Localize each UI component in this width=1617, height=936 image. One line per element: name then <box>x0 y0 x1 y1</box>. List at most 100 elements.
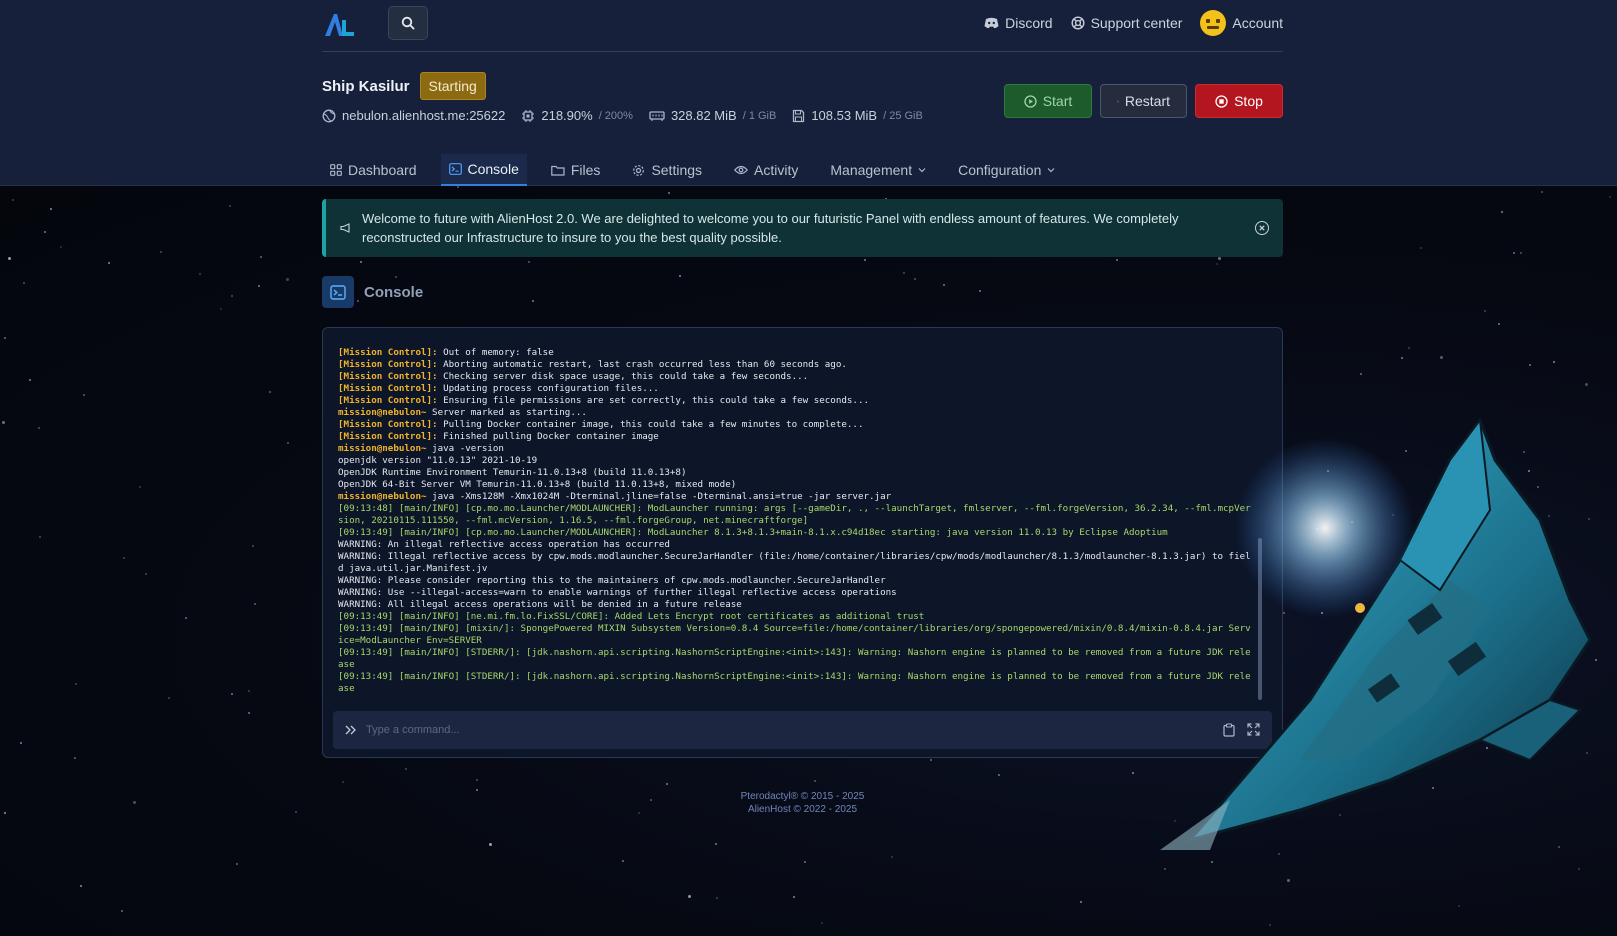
star <box>679 275 681 277</box>
footer-alienhost[interactable]: AlienHost © 2022 - 2025 <box>322 803 1283 816</box>
console-line: mission@nebulon~ java -version <box>338 443 1253 455</box>
star <box>269 391 271 393</box>
star <box>1578 868 1580 870</box>
star <box>342 781 344 783</box>
tab-console[interactable]: Console <box>440 154 527 186</box>
start-label: Start <box>1042 93 1073 109</box>
tab-activity-label: Activity <box>754 162 799 178</box>
star <box>716 897 718 899</box>
discord-link[interactable]: Discord <box>984 15 1053 31</box>
star <box>528 261 530 263</box>
server-address: nebulon.alienhost.me:25622 <box>342 108 506 123</box>
star <box>139 486 141 488</box>
star <box>1513 252 1515 254</box>
console-line-prefix: mission@nebulon~ <box>338 491 427 502</box>
star <box>1553 361 1555 363</box>
star <box>979 290 981 292</box>
console-line-text: Server marked as starting... <box>426 407 587 418</box>
tab-activity[interactable]: Activity <box>726 154 806 186</box>
console-line-text: [09:13:49] [main/INFO] [ne.mi.fm.lo.FixS… <box>338 611 925 622</box>
globe-icon <box>322 109 336 122</box>
console-line-text: WARNING: Please consider reporting this … <box>338 575 886 586</box>
megaphone-icon <box>340 223 350 233</box>
lifebuoy-icon <box>1071 16 1085 30</box>
command-input[interactable] <box>366 724 1223 736</box>
spaceship-illustration <box>1160 416 1592 850</box>
console-line: [09:13:49] [main/INFO] [cp.mo.mo.Launche… <box>338 527 1253 539</box>
folder-icon <box>551 165 565 176</box>
console-line-prefix: mission@nebulon~ <box>338 443 427 454</box>
console-line: mission@nebulon~ Server marked as starti… <box>338 407 1253 419</box>
console-line-text: [09:13:49] [main/INFO] [STDERR/]: [jdk.n… <box>338 647 1251 670</box>
tab-dashboard[interactable]: Dashboard <box>322 154 425 186</box>
console-line: [Mission Control]: Updating process conf… <box>338 383 1253 395</box>
tab-management[interactable]: Management <box>822 154 934 186</box>
cpu-value: 218.90% <box>541 108 593 123</box>
star <box>185 617 187 619</box>
refresh-icon <box>1117 100 1119 102</box>
star <box>1401 357 1403 359</box>
star <box>121 910 123 912</box>
stat-address[interactable]: nebulon.alienhost.me:25622 <box>322 108 505 123</box>
support-center-label: Support center <box>1090 15 1183 31</box>
star <box>405 768 407 770</box>
console-line: WARNING: An illegal reflective access op… <box>338 539 1253 551</box>
search-button[interactable] <box>388 6 428 40</box>
star <box>258 285 260 287</box>
console-line-prefix: mission@nebulon~ <box>338 407 427 418</box>
footer: Pterodactyl® © 2015 - 2025 AlienHost © 2… <box>322 790 1283 816</box>
console-line: OpenJDK 64-Bit Server VM Temurin-11.0.13… <box>338 479 1253 491</box>
console-line-text: Ensuring file permissions are set correc… <box>437 395 870 406</box>
discord-icon <box>984 17 999 29</box>
top-bar: Discord Support center Account <box>322 6 1283 46</box>
star <box>1278 853 1280 855</box>
console-line: [Mission Control]: Finished pulling Dock… <box>338 431 1253 443</box>
close-icon[interactable] <box>1255 221 1269 235</box>
star <box>1164 868 1166 870</box>
restart-button[interactable]: Restart <box>1100 84 1187 118</box>
tab-files[interactable]: Files <box>543 154 609 186</box>
console-line: [09:13:49] [main/INFO] [mixin/]: SpongeP… <box>338 623 1253 647</box>
star <box>998 774 1000 776</box>
star <box>75 683 77 685</box>
console-panel: [Mission Control]: Out of memory: false[… <box>322 327 1283 758</box>
terminal-icon <box>322 276 354 308</box>
star <box>1529 364 1531 366</box>
console-line: openjdk version "11.0.13" 2021-10-19 <box>338 455 1253 467</box>
star <box>248 690 250 692</box>
star <box>1498 323 1500 325</box>
tab-settings[interactable]: Settings <box>624 154 710 186</box>
account-link[interactable]: Account <box>1200 10 1283 36</box>
support-center-link[interactable]: Support center <box>1071 15 1183 31</box>
cpu-limit: / 200% <box>598 109 633 122</box>
console-line-text: [09:13:49] [main/INFO] [cp.mo.mo.Launche… <box>338 527 1168 538</box>
star <box>74 757 76 759</box>
memory-icon <box>649 110 665 121</box>
star <box>108 262 110 264</box>
restart-label: Restart <box>1124 93 1170 109</box>
star <box>80 885 82 887</box>
star <box>1458 905 1460 907</box>
discord-label: Discord <box>1005 15 1053 31</box>
console-line-text: java -Xms128M -Xmx1024M -Dterminal.jline… <box>426 491 892 502</box>
star <box>252 545 254 547</box>
star <box>793 896 795 898</box>
server-stats: nebulon.alienhost.me:25622 218.90% / 200… <box>322 108 923 123</box>
star <box>220 308 222 310</box>
star <box>231 295 233 297</box>
star <box>254 603 256 605</box>
stop-button[interactable]: Stop <box>1195 84 1283 118</box>
star <box>145 573 147 575</box>
star <box>260 256 262 258</box>
star <box>29 379 31 381</box>
tab-configuration[interactable]: Configuration <box>950 154 1063 186</box>
stat-memory: 328.82 MiB / 1 GiB <box>649 108 776 123</box>
footer-pterodactyl[interactable]: Pterodactyl® © 2015 - 2025 <box>322 790 1283 803</box>
console-line-text: OpenJDK 64-Bit Server VM Temurin-11.0.13… <box>338 479 737 490</box>
start-button[interactable]: Start <box>1004 84 1092 118</box>
alienhost-logo-icon[interactable] <box>322 10 356 40</box>
star <box>1520 252 1522 254</box>
star <box>4 337 6 339</box>
console-line: WARNING: Illegal reflective access by cp… <box>338 551 1253 575</box>
star <box>44 231 46 233</box>
